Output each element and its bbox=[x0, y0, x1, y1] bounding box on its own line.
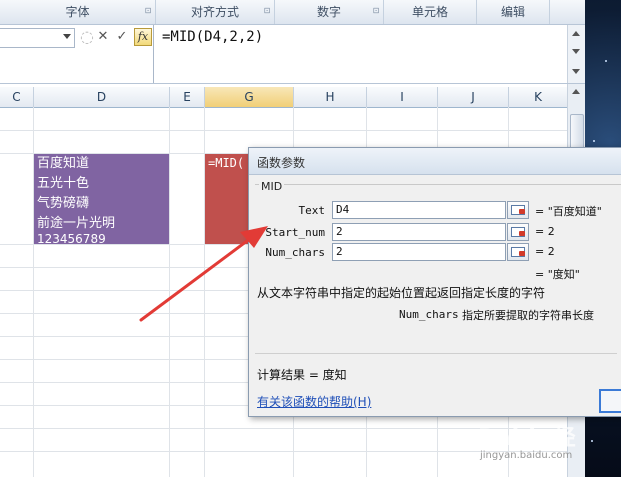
alignment-dialog-launcher-icon[interactable]: ⊡ bbox=[263, 7, 271, 15]
star bbox=[605, 60, 607, 62]
column-header[interactable]: H bbox=[294, 87, 367, 107]
column-header[interactable]: I bbox=[367, 87, 438, 107]
argument-description-text: 指定所要提取的字符串长度 bbox=[462, 309, 594, 322]
cell-d4[interactable]: 百度知道 五光十色 气势磅礴 前途一片光明 123456789 bbox=[34, 154, 169, 246]
insert-function-button[interactable]: fx bbox=[134, 28, 152, 46]
ribbon-group-bar: 字体 ⊡ 对齐方式 ⊡ 数字 ⊡ 单元格 编辑 bbox=[0, 0, 585, 25]
calculation-result: 计算结果 = 度知 bbox=[257, 368, 347, 382]
scroll-down-icon[interactable] bbox=[572, 49, 580, 54]
editing-group: 编辑 bbox=[477, 0, 550, 24]
column-header[interactable]: C bbox=[0, 87, 34, 107]
range-select-icon[interactable] bbox=[507, 223, 529, 241]
grid-line bbox=[0, 130, 567, 131]
dialog-title-bar[interactable]: 函数参数 bbox=[249, 148, 621, 175]
num-chars-arg-label: Num_chars bbox=[265, 246, 325, 259]
baidu-watermark: Baidu经验 jingyan.baidu.com bbox=[478, 420, 588, 483]
number-group-label: 数字 bbox=[316, 5, 341, 19]
grid-line bbox=[169, 107, 170, 477]
scroll-up-icon[interactable] bbox=[572, 31, 580, 36]
alignment-group-label: 对齐方式 bbox=[190, 5, 239, 19]
column-header[interactable]: J bbox=[438, 87, 509, 107]
formula-scrollbar[interactable] bbox=[567, 25, 585, 83]
chevron-down-icon[interactable] bbox=[63, 34, 71, 39]
cells-group: 单元格 bbox=[384, 0, 477, 24]
num-chars-arg-result: = 2 bbox=[535, 245, 555, 258]
start-num-arg-result: = 2 bbox=[535, 225, 555, 238]
cells-group-label: 单元格 bbox=[411, 5, 448, 19]
enter-icon[interactable]: ✓ bbox=[113, 27, 131, 47]
start-num-arg-value: 2 bbox=[336, 225, 343, 238]
text-arg-result: = "百度知道" bbox=[535, 205, 602, 218]
formula-bar: ◌ ✕ ✓ fx =MID(D4,2,2) bbox=[0, 25, 585, 84]
num-chars-arg-input[interactable]: 2 bbox=[332, 243, 506, 261]
cell-text-line: 五光十色 bbox=[37, 176, 90, 191]
font-group: 字体 ⊡ bbox=[0, 0, 156, 24]
font-dialog-launcher-icon[interactable]: ⊡ bbox=[144, 7, 152, 15]
scroll-up-icon[interactable] bbox=[572, 89, 580, 94]
function-help-link[interactable]: 有关该函数的帮助(H) bbox=[257, 393, 371, 410]
editing-group-label: 编辑 bbox=[500, 5, 525, 19]
formula-input[interactable]: =MID(D4,2,2) bbox=[153, 25, 568, 83]
number-dialog-launcher-icon[interactable]: ⊡ bbox=[372, 7, 380, 15]
cell-text-line: 123456789 bbox=[37, 232, 106, 246]
column-header[interactable]: D bbox=[34, 87, 170, 107]
formula-result-preview: = "度知" bbox=[535, 268, 580, 281]
expand-icon[interactable] bbox=[572, 69, 580, 74]
start-num-arg-label: Start_num bbox=[265, 226, 325, 239]
column-header[interactable]: K bbox=[509, 87, 568, 107]
text-arg-input[interactable]: D4 bbox=[332, 201, 506, 219]
formula-text: =MID(D4,2,2) bbox=[162, 29, 264, 45]
function-arguments-dialog: 函数参数 MID Text D4 = "百度知道" Start_num 2 = … bbox=[248, 147, 621, 417]
cell-g4-formula: =MID( bbox=[208, 156, 245, 170]
star bbox=[591, 440, 593, 442]
formula-buttons: ◌ ✕ ✓ fx bbox=[78, 27, 152, 49]
start-num-arg-input[interactable]: 2 bbox=[332, 223, 506, 241]
range-select-icon[interactable] bbox=[507, 201, 529, 219]
alignment-group: 对齐方式 ⊡ bbox=[156, 0, 275, 24]
ok-button[interactable] bbox=[599, 389, 621, 413]
cancel-icon[interactable]: ✕ bbox=[94, 27, 112, 47]
text-arg-value: D4 bbox=[336, 203, 350, 216]
star bbox=[593, 140, 595, 142]
text-arg-label: Text bbox=[298, 204, 326, 217]
column-header[interactable]: E bbox=[170, 87, 205, 107]
argument-description-name: Num_chars bbox=[399, 308, 459, 321]
watermark-url: jingyan.baidu.com bbox=[480, 450, 573, 461]
cell-text-line: 百度知道 bbox=[37, 156, 90, 171]
range-select-icon[interactable] bbox=[507, 243, 529, 261]
divider bbox=[255, 353, 617, 354]
cell-text-line: 前途一片光明 bbox=[37, 216, 116, 231]
font-group-label: 字体 bbox=[65, 5, 90, 19]
function-name: MID bbox=[259, 180, 285, 193]
column-header[interactable]: G bbox=[205, 87, 294, 107]
cell-text-line: 气势磅礴 bbox=[37, 196, 90, 211]
column-headers: C D E G H I J K bbox=[0, 87, 568, 108]
num-chars-arg-value: 2 bbox=[336, 245, 343, 258]
dialog-title: 函数参数 bbox=[257, 156, 306, 170]
number-group: 数字 ⊡ bbox=[275, 0, 384, 24]
function-description: 从文本字符串中指定的起始位置起返回指定长度的字符 bbox=[257, 286, 546, 300]
